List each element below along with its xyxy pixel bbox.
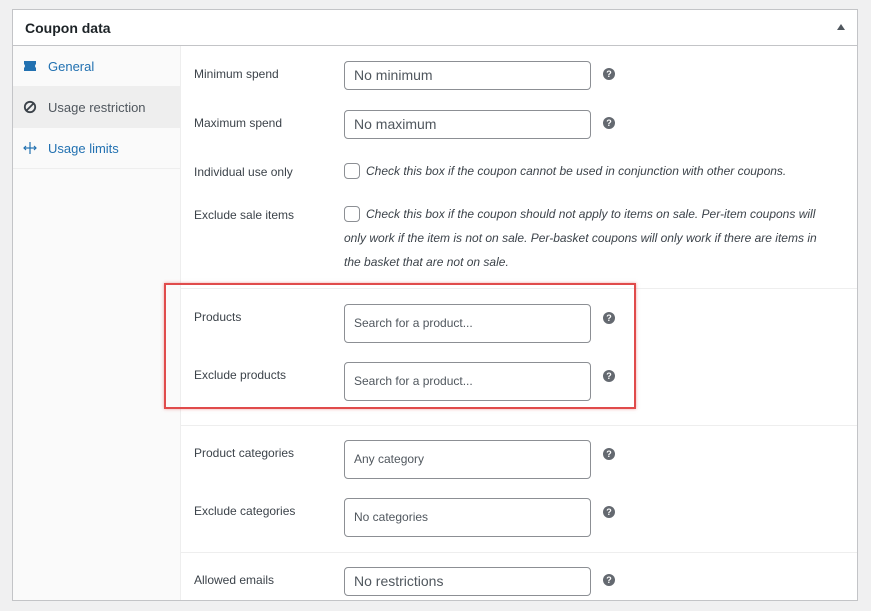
exclude-products-label: Exclude products	[194, 368, 287, 382]
categories-group: Product categories Any category ? Exclud…	[181, 425, 857, 553]
tab-usage-limits[interactable]: Usage limits	[13, 128, 180, 169]
product-categories-select[interactable]: Any category	[344, 440, 591, 479]
coupon-data-panel: Coupon data General Usage restriction Us…	[12, 9, 858, 601]
products-search-input[interactable]: Search for a product...	[344, 304, 591, 343]
tab-usage-limits-label: Usage limits	[48, 141, 119, 156]
panel-title: Coupon data	[25, 20, 111, 36]
products-group: Products Search for a product... ? Exclu…	[181, 288, 857, 426]
panel-header: Coupon data	[13, 10, 857, 46]
exclude-sale-items-label: Exclude sale items	[194, 208, 295, 222]
allowed-emails-label: Allowed emails	[194, 573, 275, 587]
block-icon	[23, 100, 37, 114]
exclude-categories-help-icon[interactable]: ?	[603, 506, 615, 518]
individual-use-checkbox[interactable]	[344, 163, 360, 179]
tab-general-label: General	[48, 59, 95, 74]
maximum-spend-help-icon[interactable]: ?	[603, 117, 615, 129]
individual-use-description: Check this box if the coupon cannot be u…	[366, 164, 787, 178]
allowed-emails-help-icon[interactable]: ?	[603, 574, 615, 586]
exclude-categories-label: Exclude categories	[194, 504, 296, 518]
exclude-categories-select[interactable]: No categories	[344, 498, 591, 537]
coupon-tabs: General Usage restriction Usage limits	[13, 46, 181, 600]
limits-icon	[23, 142, 37, 154]
collapse-arrow-icon[interactable]	[837, 24, 845, 30]
maximum-spend-label: Maximum spend	[194, 116, 283, 130]
maximum-spend-input[interactable]: No maximum	[344, 110, 591, 139]
exclude-sale-items-description: Check this box if the coupon should not …	[344, 207, 817, 269]
products-help-icon[interactable]: ?	[603, 312, 615, 324]
emails-group: Allowed emails No restrictions ?	[181, 552, 857, 602]
products-label: Products	[194, 310, 242, 324]
minimum-spend-input[interactable]: No minimum	[344, 61, 591, 90]
exclude-products-help-icon[interactable]: ?	[603, 370, 615, 382]
minimum-spend-label: Minimum spend	[194, 67, 279, 81]
allowed-emails-input[interactable]: No restrictions	[344, 567, 591, 596]
usage-restriction-content: Minimum spend No minimum ? Maximum spend…	[181, 46, 857, 600]
ticket-icon	[24, 61, 36, 71]
minimum-spend-help-icon[interactable]: ?	[603, 68, 615, 80]
individual-use-label: Individual use only	[194, 165, 293, 179]
tab-usage-restriction[interactable]: Usage restriction	[13, 87, 180, 128]
tab-usage-restriction-label: Usage restriction	[48, 100, 146, 115]
exclude-products-search-input[interactable]: Search for a product...	[344, 362, 591, 401]
spend-group: Minimum spend No minimum ? Maximum spend…	[181, 46, 857, 289]
product-categories-label: Product categories	[194, 446, 295, 460]
product-categories-help-icon[interactable]: ?	[603, 448, 615, 460]
tab-general[interactable]: General	[13, 46, 180, 87]
